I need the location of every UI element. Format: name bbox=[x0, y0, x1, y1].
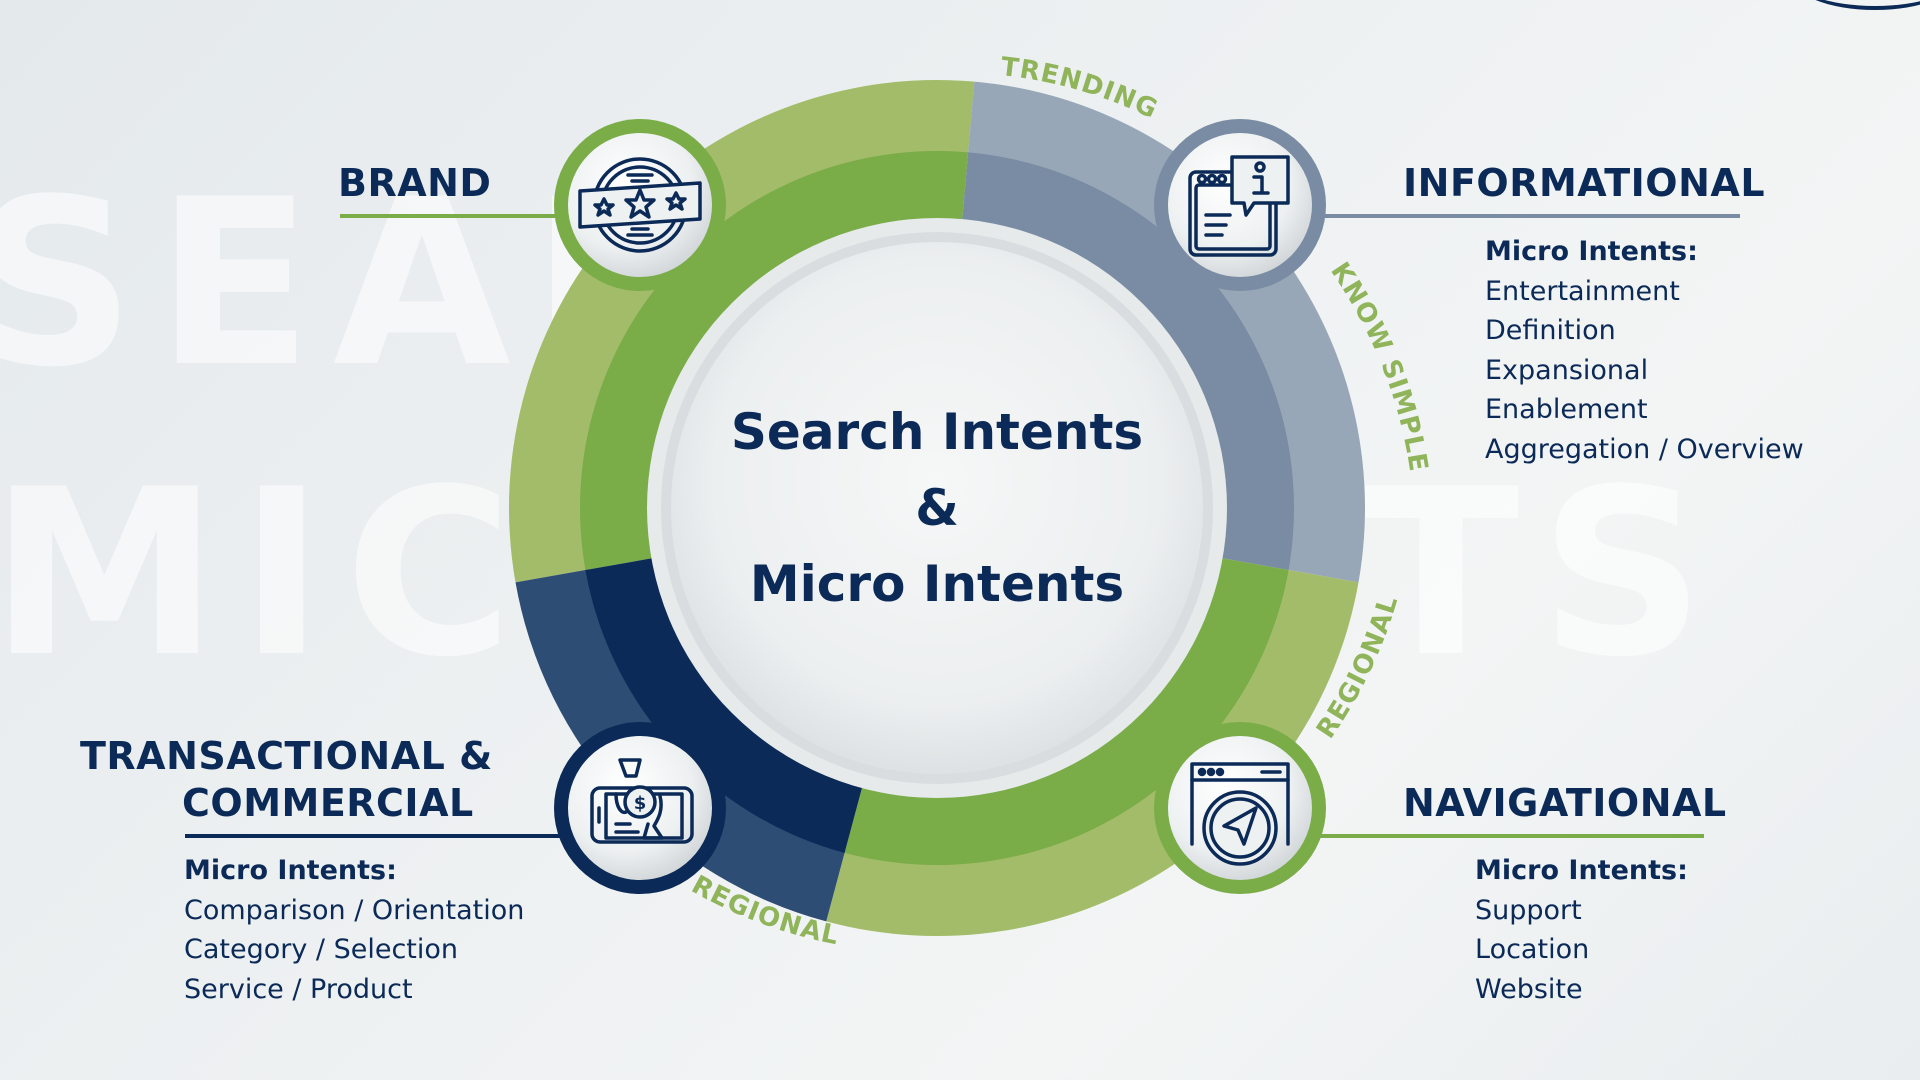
informational-heading: INFORMATIONAL bbox=[1403, 161, 1766, 205]
micro-intent-item: Aggregation / Overview bbox=[1485, 433, 1804, 465]
micro-intents-heading: Micro Intents: bbox=[184, 855, 397, 886]
micro-intent-item: Location bbox=[1475, 934, 1590, 965]
micro-intents-heading: Micro Intents: bbox=[1475, 855, 1688, 886]
node-transactional[interactable]: $ bbox=[554, 722, 726, 894]
micro-intent-item: Definition bbox=[1485, 315, 1616, 346]
micro-intent-item: Website bbox=[1475, 973, 1583, 1005]
transactional-micro-intents: Micro Intents: Comparison / Orientation … bbox=[184, 851, 524, 1009]
micro-intent-item: Category / Selection bbox=[184, 934, 459, 965]
center-title-line1: Search Intents bbox=[730, 403, 1144, 461]
informational-micro-intents: Micro Intents: Entertainment Definition … bbox=[1485, 232, 1804, 469]
micro-intent-item: Entertainment bbox=[1485, 275, 1680, 307]
navigational-micro-intents: Micro Intents: Support Location Website bbox=[1475, 851, 1688, 1009]
navigational-heading: NAVIGATIONAL bbox=[1403, 781, 1727, 825]
micro-intent-item: Comparison / Orientation bbox=[184, 894, 525, 926]
micro-intent-item: Expansional bbox=[1485, 354, 1649, 386]
micro-intents-heading: Micro Intents: bbox=[1485, 236, 1698, 267]
micro-intent-item: Service / Product bbox=[184, 973, 413, 1005]
transactional-heading-line1: TRANSACTIONAL & bbox=[80, 734, 493, 778]
node-informational[interactable] bbox=[1154, 119, 1326, 291]
micro-intent-item: Support bbox=[1475, 894, 1582, 926]
node-navigational[interactable] bbox=[1154, 722, 1326, 894]
brand-heading: BRAND bbox=[338, 161, 492, 205]
node-brand[interactable] bbox=[554, 119, 726, 291]
svg-text:$: $ bbox=[634, 793, 647, 814]
transactional-heading-line2: COMMERCIAL bbox=[182, 781, 474, 825]
center-title-ampersand: & bbox=[915, 479, 959, 537]
micro-intent-item: Enablement bbox=[1485, 394, 1648, 425]
center-title-line2: Micro Intents bbox=[749, 555, 1125, 613]
